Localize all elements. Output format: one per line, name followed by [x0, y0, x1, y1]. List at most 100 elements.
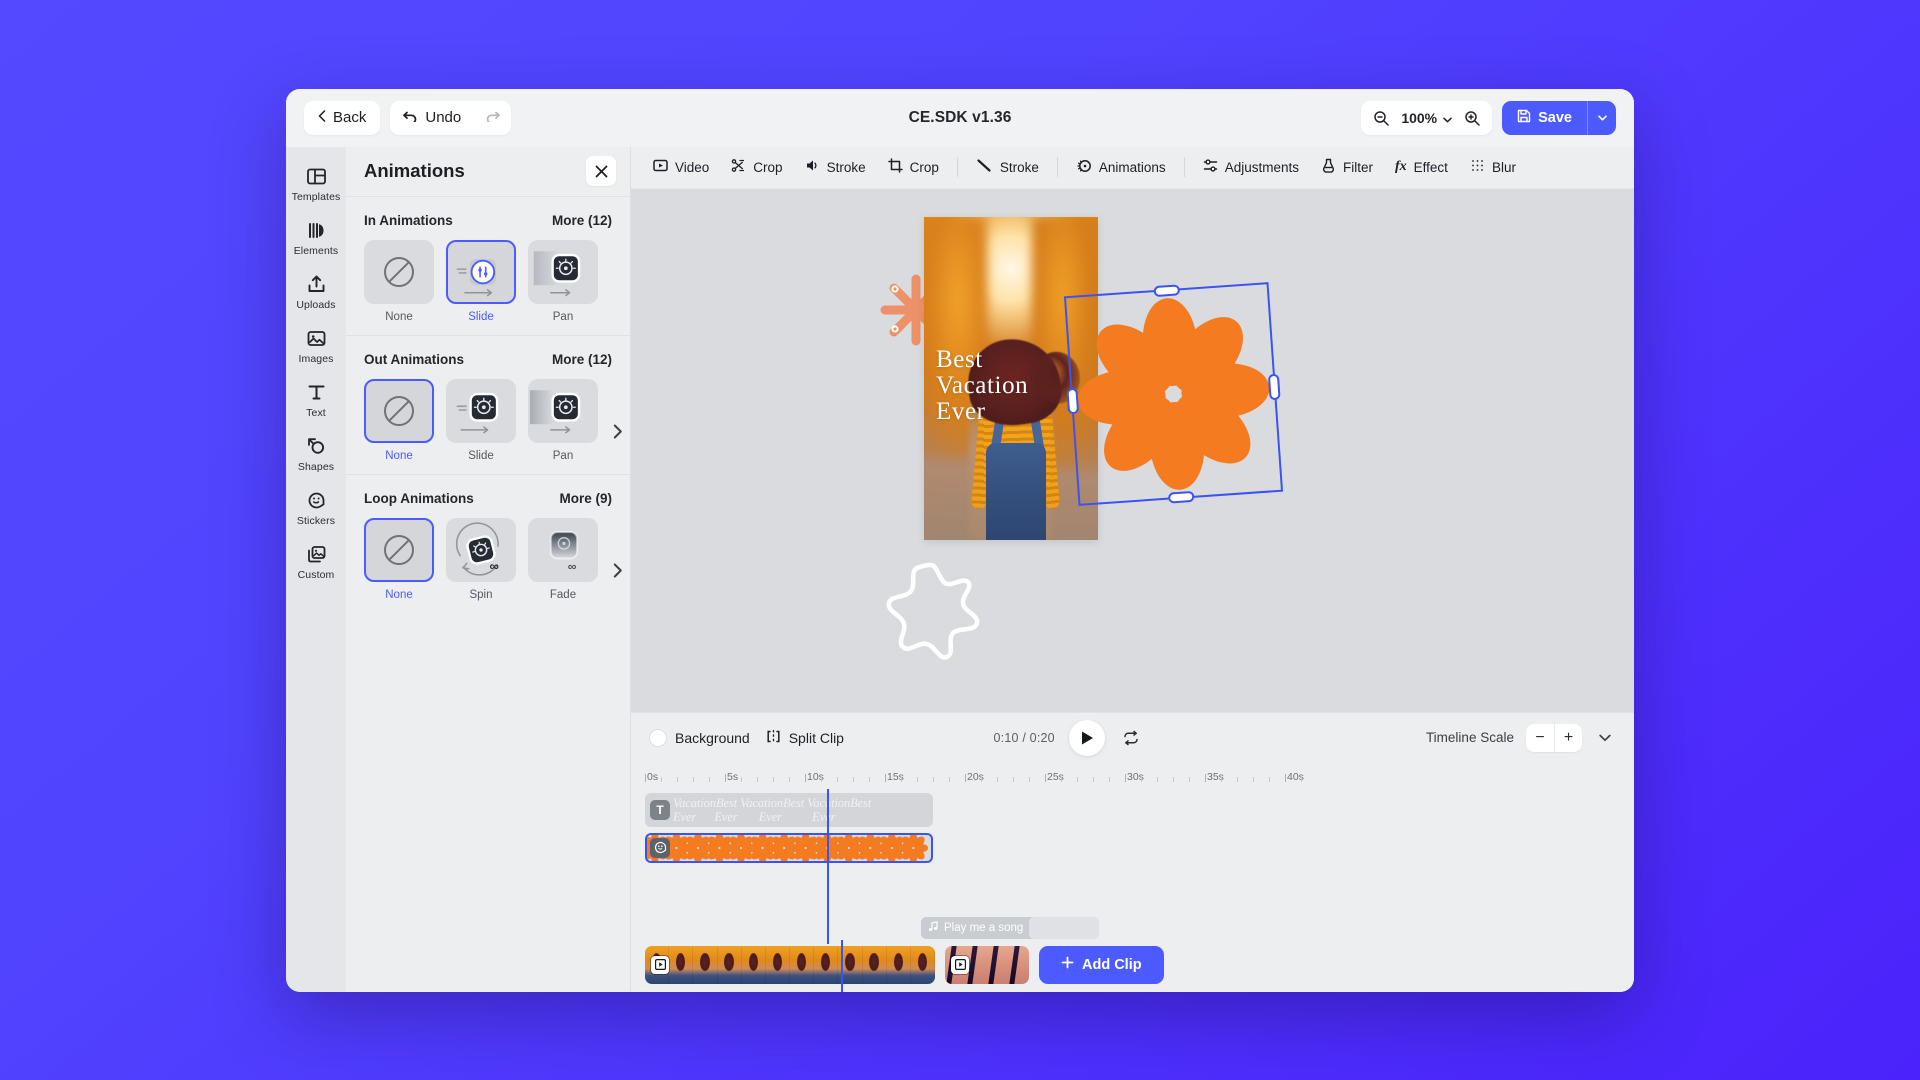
zoom-out-icon[interactable]	[1367, 104, 1395, 132]
toolbar-button-adjustments[interactable]: Adjustments	[1193, 152, 1309, 182]
split-clip-button[interactable]: Split Clip	[766, 729, 844, 747]
undo-button[interactable]: Undo	[390, 101, 474, 135]
titlebar-right-group: 100% Save	[1361, 100, 1616, 135]
timeline-playhead[interactable]	[827, 788, 829, 944]
more-link[interactable]: More (9)	[559, 491, 612, 506]
video-clip-secondary[interactable]	[945, 945, 1029, 984]
animation-option-fade[interactable]: ∞ Fade	[528, 517, 598, 601]
timeline-track-audio-extension[interactable]	[1029, 916, 1099, 939]
blur-icon	[1470, 158, 1485, 176]
clip-frame	[741, 945, 766, 984]
scale-stepper: − +	[1525, 723, 1582, 752]
chevron-down-icon[interactable]	[1594, 727, 1616, 749]
animation-option-label: Fade	[549, 588, 577, 601]
animation-option-label: None	[385, 449, 413, 462]
toolbar-button-animations[interactable]: Animations	[1066, 152, 1176, 183]
animations-panel: Animations In Animations More (12) None …	[346, 146, 631, 992]
clip-frame	[814, 945, 839, 984]
video-clip-primary[interactable]	[645, 945, 935, 984]
elements-icon	[306, 220, 327, 241]
toolbar-button-label: Filter	[1342, 159, 1373, 175]
timeline-track-text[interactable]: VacationBest VacationBest VacationBest E…	[645, 792, 933, 827]
custom-icon	[306, 544, 327, 565]
toolbar-button-trim[interactable]: Crop	[721, 152, 792, 182]
toolbar-button-video[interactable]: Video	[643, 152, 719, 182]
toolbar-button-stroke[interactable]: Stroke	[966, 152, 1049, 182]
flower-pattern	[647, 834, 929, 861]
toolbar-button-label: Effect	[1413, 159, 1448, 175]
back-button[interactable]: Back	[304, 100, 381, 135]
sidebar-item-text[interactable]: Text	[288, 373, 344, 425]
scale-decrease-button[interactable]: −	[1526, 724, 1554, 752]
design-canvas[interactable]: Best Vacation Ever	[631, 188, 1634, 712]
sidebar-item-images[interactable]: Images	[288, 319, 344, 371]
next-page-arrow[interactable]	[610, 563, 626, 579]
spin-animation-icon: ∞	[446, 517, 516, 582]
resize-handle-left[interactable]	[1066, 387, 1080, 414]
toolbar-button-volume[interactable]: Stroke	[795, 152, 876, 182]
toolbar-separator	[1056, 157, 1058, 177]
split-clip-icon	[766, 729, 781, 747]
loop-animations-section: Loop Animations More (9) None ∞ Spin ∞ F…	[346, 475, 630, 613]
timeline-panel: Background Split Clip 0:10 / 0:20 Timeli…	[631, 711, 1634, 992]
timeline-ruler[interactable]: 0s 5s 10s 15s 20s 25s 30s 35s 40s	[645, 763, 1620, 789]
save-button[interactable]: Save	[1502, 100, 1588, 135]
more-link[interactable]: More (12)	[552, 352, 612, 367]
toolbar-button-effect[interactable]: fx Effect	[1385, 153, 1458, 181]
sidebar-item-elements[interactable]: Elements	[288, 211, 344, 263]
scale-increase-button[interactable]: +	[1553, 723, 1582, 752]
toolbar-button-blur[interactable]: Blur	[1460, 152, 1526, 182]
animations-icon	[1076, 158, 1092, 177]
sidebar-item-uploads[interactable]: Uploads	[288, 265, 344, 317]
timeline-track-sticker[interactable]	[645, 832, 933, 863]
redo-button[interactable]	[474, 101, 511, 135]
animation-option-spin[interactable]: ∞ Spin	[446, 517, 516, 601]
filmstrip-row: Add Clip	[631, 939, 1634, 992]
animation-option-none[interactable]: None	[364, 517, 434, 601]
animation-option-slide[interactable]: Slide	[446, 239, 516, 323]
sidebar-item-label: Custom	[297, 568, 335, 581]
zoom-in-icon[interactable]	[1458, 104, 1486, 132]
animation-tiles: None Slide Pan	[346, 378, 630, 462]
animation-option-none[interactable]: None	[364, 239, 434, 323]
resize-handle-right[interactable]	[1267, 373, 1281, 400]
flower-graphic-element[interactable]	[1063, 281, 1284, 506]
animation-option-pan[interactable]: Pan	[528, 378, 598, 462]
toolbar-button-crop[interactable]: Crop	[878, 152, 949, 182]
save-button-label: Save	[1538, 109, 1572, 126]
animation-option-label: Pan	[552, 449, 574, 462]
animation-option-slide[interactable]: Slide	[446, 378, 516, 462]
animation-option-none[interactable]: None	[364, 378, 434, 462]
next-page-arrow[interactable]	[610, 424, 626, 440]
clip-frame	[765, 945, 791, 984]
sidebar-item-stickers[interactable]: Stickers	[288, 481, 344, 533]
toolbar-button-filter[interactable]: Filter	[1311, 152, 1383, 182]
clip-frame	[1008, 945, 1029, 984]
text-icon	[306, 382, 327, 403]
zoom-level-dropdown[interactable]: 100%	[1397, 110, 1456, 126]
toolbar-button-label: Adjustments	[1224, 159, 1299, 175]
close-icon[interactable]	[586, 156, 616, 186]
section-title: Out Animations	[364, 351, 464, 367]
sidebar-item-shapes[interactable]: Shapes	[288, 427, 344, 479]
add-clip-button[interactable]: Add Clip	[1039, 945, 1164, 984]
save-options-caret[interactable]	[1588, 100, 1616, 135]
sidebar-item-label: Stickers	[296, 514, 336, 527]
sidebar-item-label: Text	[306, 406, 326, 419]
more-link[interactable]: More (12)	[552, 213, 612, 228]
resize-handle-top[interactable]	[1152, 283, 1180, 297]
clip-frame	[862, 945, 887, 984]
animation-option-label: Slide	[468, 449, 494, 462]
sticker-track-badge	[650, 837, 670, 858]
sidebar-item-custom[interactable]: Custom	[288, 535, 344, 587]
photo-caption-text: Best Vacation Ever	[936, 345, 1029, 425]
stroke-line-icon	[976, 158, 993, 176]
sidebar-item-templates[interactable]: Templates	[288, 157, 344, 209]
play-button[interactable]	[1068, 719, 1105, 756]
svg-text:∞: ∞	[489, 558, 499, 573]
animation-option-label: Pan	[552, 310, 574, 323]
resize-handle-bottom[interactable]	[1167, 490, 1195, 504]
background-button[interactable]: Background	[649, 728, 750, 747]
loop-button[interactable]	[1119, 726, 1143, 750]
animation-option-pan[interactable]: Pan	[528, 239, 598, 323]
